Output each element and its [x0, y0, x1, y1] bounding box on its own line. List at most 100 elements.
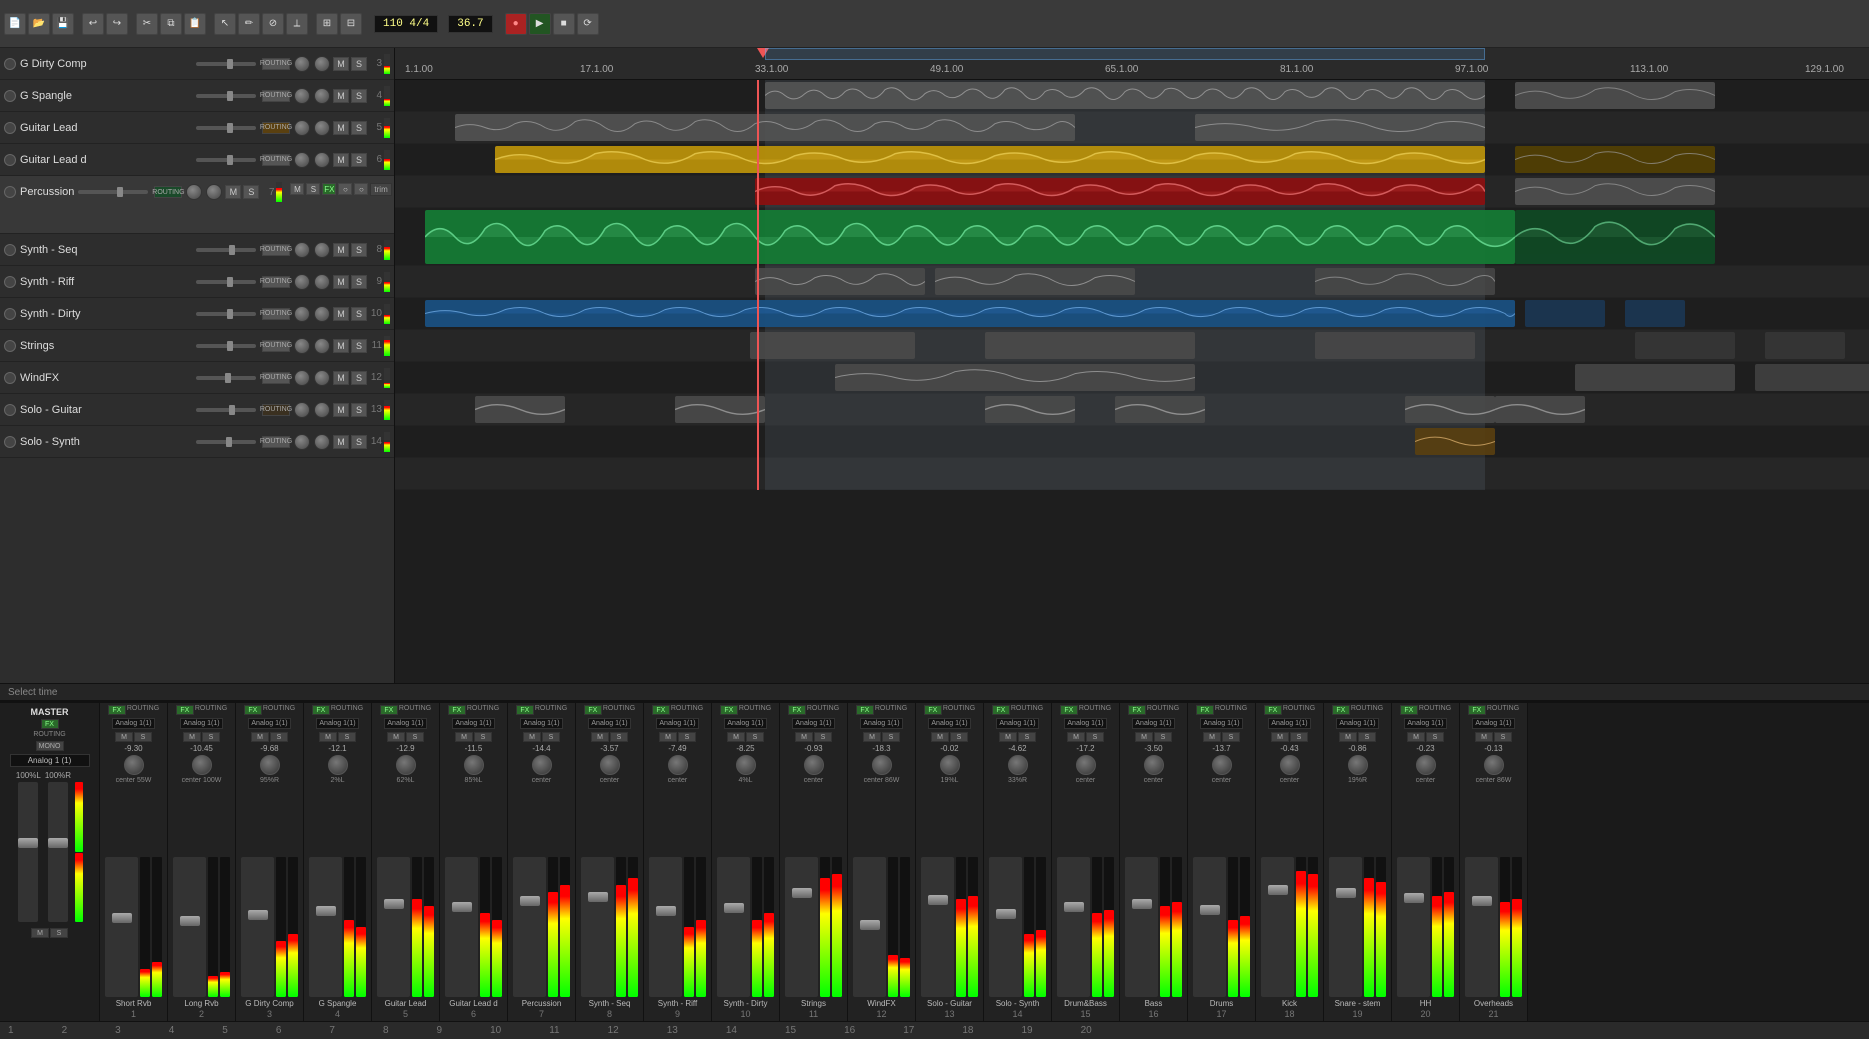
pan-knob[interactable] — [464, 755, 484, 775]
fx-button[interactable]: FX — [652, 705, 670, 715]
mute-button[interactable]: M — [333, 153, 349, 167]
clip[interactable] — [750, 332, 915, 359]
track-fader[interactable] — [196, 126, 256, 130]
fader-track[interactable] — [1193, 857, 1226, 997]
pan-knob[interactable] — [1212, 755, 1232, 775]
play-button[interactable]: ▶ — [529, 13, 551, 35]
track-pan-knob[interactable] — [294, 306, 310, 322]
clip[interactable] — [1575, 364, 1735, 391]
solo-button[interactable]: S — [950, 732, 968, 742]
clip[interactable] — [1755, 364, 1869, 391]
mute-button[interactable]: M — [523, 732, 541, 742]
fader-track-r[interactable] — [48, 782, 68, 922]
cut-button[interactable]: ✂ — [136, 13, 158, 35]
fader-track[interactable] — [581, 857, 614, 997]
solo-button[interactable]: S — [1222, 732, 1240, 742]
fx-button[interactable]: FX — [856, 705, 874, 715]
track-fader[interactable] — [196, 344, 256, 348]
fader-thumb[interactable] — [520, 896, 540, 906]
fx-button[interactable]: FX — [312, 705, 330, 715]
track-pan-knob[interactable] — [294, 152, 310, 168]
fx-button[interactable]: FX — [992, 705, 1010, 715]
track-fader[interactable] — [196, 94, 256, 98]
mute-button[interactable]: M — [1339, 732, 1357, 742]
fader-track[interactable] — [309, 857, 342, 997]
solo-button[interactable]: S — [338, 732, 356, 742]
track-fader[interactable] — [78, 190, 148, 194]
solo-button[interactable]: S — [814, 732, 832, 742]
solo-button[interactable]: S — [474, 732, 492, 742]
track-power-btn[interactable] — [4, 308, 16, 320]
mute-button[interactable]: M — [333, 275, 349, 289]
clip[interactable] — [1195, 114, 1485, 141]
track-vol-knob[interactable] — [314, 56, 330, 72]
track-power-btn[interactable] — [4, 154, 16, 166]
solo-button[interactable]: S — [351, 403, 367, 417]
pan-knob[interactable] — [1280, 755, 1300, 775]
solo-button[interactable]: S — [882, 732, 900, 742]
fx-button[interactable]: FX — [176, 705, 194, 715]
track-vol-knob[interactable] — [314, 370, 330, 386]
paste-button[interactable]: 📋 — [184, 13, 206, 35]
copy-button[interactable]: ⧉ — [160, 13, 182, 35]
fader-track[interactable] — [173, 857, 206, 997]
track-vol-knob[interactable] — [314, 88, 330, 104]
fader-thumb[interactable] — [996, 909, 1016, 919]
track-vol-knob[interactable] — [206, 184, 222, 200]
mute-button[interactable]: M — [1067, 732, 1085, 742]
fader-track[interactable] — [1057, 857, 1090, 997]
solo-button[interactable]: S — [202, 732, 220, 742]
track-power-btn[interactable] — [4, 372, 16, 384]
clip[interactable] — [1515, 210, 1715, 264]
solo-button[interactable]: S — [406, 732, 424, 742]
fx-button[interactable]: FX — [1060, 705, 1078, 715]
track-fader[interactable] — [196, 440, 256, 444]
clip[interactable] — [1115, 396, 1205, 423]
undo-button[interactable]: ↩ — [82, 13, 104, 35]
clip[interactable] — [935, 268, 1135, 295]
clip[interactable] — [835, 364, 1195, 391]
fader-track[interactable] — [1261, 857, 1294, 997]
mute-button[interactable]: M — [333, 243, 349, 257]
fader-thumb[interactable] — [1064, 902, 1084, 912]
fader-thumb[interactable] — [1404, 893, 1424, 903]
fader-track[interactable] — [649, 857, 682, 997]
mute-button[interactable]: M — [319, 732, 337, 742]
solo-button[interactable]: S — [1494, 732, 1512, 742]
mute-button[interactable]: M — [183, 732, 201, 742]
track-pan-knob[interactable] — [294, 370, 310, 386]
clip[interactable] — [755, 178, 1485, 205]
mute-button[interactable]: M — [863, 732, 881, 742]
clip[interactable] — [495, 146, 1485, 173]
solo-button[interactable]: S — [50, 928, 68, 938]
fx-button[interactable]: FX — [1332, 705, 1350, 715]
mute-button[interactable]: M — [1475, 732, 1493, 742]
clip[interactable] — [985, 396, 1075, 423]
fader-thumb[interactable] — [792, 888, 812, 898]
solo-button[interactable]: S — [134, 732, 152, 742]
pan-knob[interactable] — [1144, 755, 1164, 775]
mute-button[interactable]: M — [225, 185, 241, 199]
track-vol-knob[interactable] — [314, 274, 330, 290]
clip[interactable] — [475, 396, 565, 423]
fader-track[interactable] — [377, 857, 410, 997]
clip[interactable] — [675, 396, 765, 423]
fader-thumb[interactable] — [452, 902, 472, 912]
mute-button[interactable]: M — [1271, 732, 1289, 742]
fader-track[interactable] — [1329, 857, 1362, 997]
solo-button[interactable]: S — [351, 57, 367, 71]
mute-button[interactable]: M — [333, 403, 349, 417]
track-fader[interactable] — [196, 408, 256, 412]
mute-button[interactable]: M — [1407, 732, 1425, 742]
fader-track[interactable] — [1125, 857, 1158, 997]
pan-knob[interactable] — [396, 755, 416, 775]
track-fader[interactable] — [196, 62, 256, 66]
track-power-btn[interactable] — [4, 244, 16, 256]
mute-button[interactable]: M — [659, 732, 677, 742]
track-pan-knob[interactable] — [294, 56, 310, 72]
track-pan-knob[interactable] — [294, 242, 310, 258]
track-power-btn[interactable] — [4, 436, 16, 448]
solo-button[interactable]: S — [270, 732, 288, 742]
mute-button[interactable]: M — [931, 732, 949, 742]
fx-button[interactable]: FX — [584, 705, 602, 715]
